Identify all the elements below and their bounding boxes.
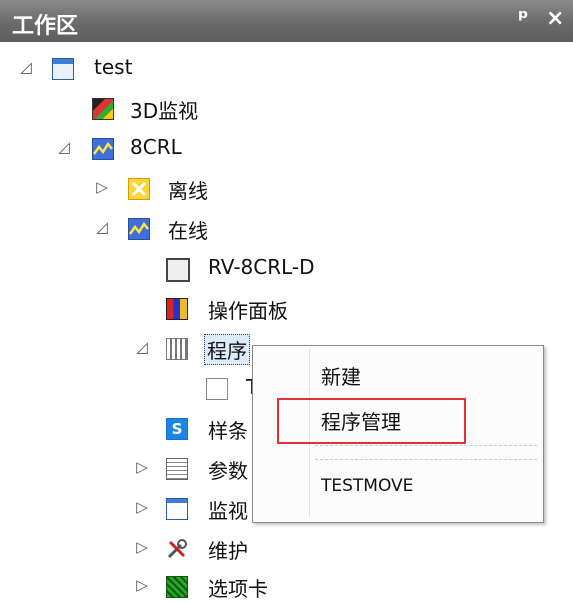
menu-item-new[interactable]: 新建 — [321, 361, 361, 390]
app-window-icon — [52, 58, 74, 80]
expand-arrow-icon[interactable]: ▷ — [134, 576, 150, 594]
workspace-title-bar: 工作区 ᵖ × — [0, 0, 573, 42]
panel-title: 工作区 — [12, 14, 79, 39]
tree-item-label: 离线 — [168, 179, 208, 203]
collapse-arrow-icon[interactable]: ◿ — [56, 138, 72, 156]
tree-item-program-child[interactable]: T — [0, 372, 258, 402]
expand-arrow-icon[interactable]: ▷ — [134, 498, 150, 516]
option-card-icon — [166, 576, 188, 598]
tools-icon — [166, 538, 187, 559]
tree-item-3d-monitor[interactable]: 3D监视 — [0, 92, 300, 123]
menu-item-testmove[interactable]: TESTMOVE — [321, 476, 413, 496]
menu-separator — [315, 459, 537, 460]
tree-item-label: 维护 — [208, 539, 248, 563]
monitor-window-icon — [166, 498, 188, 520]
tree-item-option-card[interactable]: ▷ 选项卡 — [0, 570, 300, 601]
tree-item-label: 样条 — [208, 419, 248, 443]
tree-item-operation-panel[interactable]: 操作面板 — [0, 292, 300, 323]
tree-item-8crl[interactable]: ◿ 8CRL — [0, 132, 300, 162]
close-icon[interactable]: × — [546, 6, 564, 31]
expand-arrow-icon[interactable]: ▷ — [94, 178, 110, 196]
waveform-icon — [128, 218, 150, 240]
offline-x-icon — [128, 178, 150, 200]
context-menu: 新建 程序管理 TESTMOVE — [252, 345, 544, 523]
tree-item-label: 3D监视 — [130, 99, 199, 123]
tree-item-label: 参数 — [208, 459, 248, 483]
tree-item-label: 在线 — [168, 219, 208, 243]
tree-item-spline[interactable]: S 样条 — [0, 412, 252, 443]
tree-item-label: 监视 — [208, 499, 248, 523]
control-panel-icon — [166, 298, 188, 320]
expand-arrow-icon[interactable]: ▷ — [134, 538, 150, 556]
tree-item-maintenance[interactable]: ▷ 维护 — [0, 532, 300, 563]
collapse-arrow-icon[interactable]: ◿ — [18, 58, 34, 76]
collapse-arrow-icon[interactable]: ◿ — [94, 218, 110, 236]
tree-item-rv-8crl-d[interactable]: RV-8CRL-D — [0, 252, 315, 282]
tree-item-offline[interactable]: ▷ 离线 — [0, 172, 300, 203]
spline-icon: S — [166, 418, 188, 440]
tree-item-label: 操作面板 — [208, 299, 288, 323]
tree-item-label: 程序 — [204, 334, 250, 365]
3d-monitor-icon — [92, 98, 114, 120]
pin-icon[interactable]: ᵖ — [518, 6, 529, 31]
tree-item-label: RV-8CRL-D — [208, 255, 315, 279]
document-icon — [206, 378, 228, 400]
program-icon — [166, 338, 188, 360]
tree-item-online[interactable]: ◿ 在线 — [0, 212, 300, 243]
collapse-arrow-icon[interactable]: ◿ — [134, 338, 150, 356]
tree-item-label: 选项卡 — [208, 577, 268, 601]
expand-arrow-icon[interactable]: ▷ — [134, 458, 150, 476]
controller-icon — [166, 258, 190, 282]
parameter-icon — [166, 458, 188, 480]
tree-item-monitor[interactable]: ▷ 监视 — [0, 492, 252, 523]
tree-item-label: 8CRL — [130, 135, 182, 159]
menu-item-program-management[interactable]: 程序管理 — [321, 406, 401, 435]
tree-item-test[interactable]: ◿ test — [0, 52, 300, 82]
tree-item-label: test — [94, 55, 133, 79]
tree-item-parameters[interactable]: ▷ 参数 — [0, 452, 252, 483]
menu-separator — [315, 445, 537, 446]
waveform-icon — [92, 138, 114, 160]
